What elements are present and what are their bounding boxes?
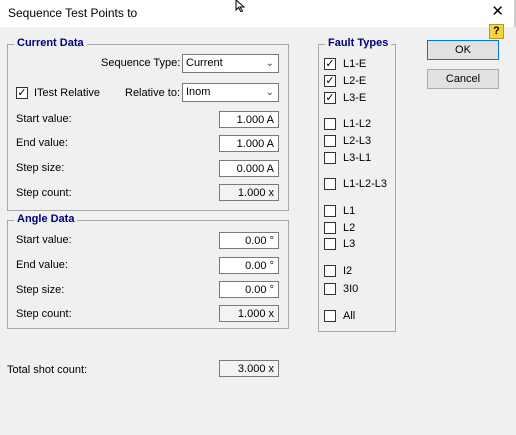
title-bar: Sequence Test Points to ✕ <box>0 0 516 27</box>
fault-all-label: All <box>343 310 356 322</box>
fault-l3-e-checkbox[interactable]: ✓ <box>324 92 336 104</box>
angle-step-size-input[interactable]: 0.00 ° <box>219 281 279 298</box>
fault-l2-e-checkbox[interactable]: ✓ <box>324 75 336 87</box>
itest-relative-label: ITest Relative <box>34 87 101 99</box>
angle-step-size-label: Step size: <box>16 284 65 296</box>
fault-l2-checkbox[interactable] <box>324 222 336 234</box>
angle-end-input[interactable]: 0.00 ° <box>219 257 279 274</box>
chevron-down-icon: ⌄ <box>265 58 274 69</box>
fault-i2-checkbox[interactable] <box>324 265 336 277</box>
window-title: Sequence Test Points to <box>8 6 138 20</box>
sequence-type-label: Sequence Type: <box>101 57 181 69</box>
mouse-cursor-icon <box>235 0 246 12</box>
current-start-input[interactable]: 1.000 A <box>219 111 279 128</box>
close-icon[interactable]: ✕ <box>491 4 504 19</box>
fault-types-title: Fault Types <box>325 37 392 49</box>
angle-step-count-value: 1.000 x <box>219 305 279 322</box>
fault-l3-l1-checkbox[interactable] <box>324 152 336 164</box>
fault-l2-l3-checkbox[interactable] <box>324 135 336 147</box>
fault-l3-e-label: L3-E <box>343 92 367 104</box>
total-shot-count-label: Total shot count: <box>7 364 88 376</box>
cancel-button[interactable]: Cancel <box>427 69 499 89</box>
fault-l1-l2-label: L1-L2 <box>343 118 372 130</box>
fault-l1-e-checkbox[interactable]: ✓ <box>324 58 336 70</box>
fault-l1-e-label: L1-E <box>343 58 367 70</box>
relative-to-select[interactable]: Inom ⌄ <box>182 83 279 102</box>
sequence-type-value: Current <box>186 57 223 69</box>
fault-i2-label: I2 <box>343 265 353 277</box>
chevron-down-icon: ⌄ <box>265 87 274 98</box>
current-step-size-input[interactable]: 0.000 A <box>219 160 279 177</box>
fault-l2-label: L2 <box>343 222 356 234</box>
help-icon[interactable]: ? <box>489 24 504 39</box>
fault-l3-label: L3 <box>343 238 356 250</box>
angle-start-input[interactable]: 0.00 ° <box>219 232 279 249</box>
fault-l3-checkbox[interactable] <box>324 238 336 250</box>
dialog-body: Current Data Sequence Type: Current ⌄ ✓ … <box>0 27 516 435</box>
relative-to-label: Relative to: <box>125 87 181 99</box>
ok-button[interactable]: OK <box>427 40 499 60</box>
current-step-count-value: 1.000 x <box>219 184 279 201</box>
fault-l1-checkbox[interactable] <box>324 205 336 217</box>
fault-3i0-checkbox[interactable] <box>324 283 336 295</box>
fault-l2-e-label: L2-E <box>343 75 367 87</box>
total-shot-count-value: 3.000 x <box>219 360 279 377</box>
itest-relative-checkbox[interactable]: ✓ <box>16 87 28 99</box>
fault-l2-l3-label: L2-L3 <box>343 135 372 147</box>
current-step-size-label: Step size: <box>16 162 65 174</box>
angle-data-title: Angle Data <box>14 213 78 225</box>
current-data-title: Current Data <box>14 37 87 49</box>
fault-l3-l1-label: L3-L1 <box>343 152 372 164</box>
fault-l1-l2-l3-checkbox[interactable] <box>324 178 336 190</box>
angle-step-count-label: Step count: <box>16 308 72 320</box>
fault-all-checkbox[interactable] <box>324 310 336 322</box>
current-start-label: Start value: <box>16 113 72 125</box>
angle-start-label: Start value: <box>16 234 72 246</box>
fault-l1-l2-checkbox[interactable] <box>324 118 336 130</box>
fault-l1-l2-l3-label: L1-L2-L3 <box>343 178 388 190</box>
fault-3i0-label: 3I0 <box>343 283 359 295</box>
current-end-label: End value: <box>16 137 68 149</box>
current-end-input[interactable]: 1.000 A <box>219 135 279 152</box>
fault-l1-label: L1 <box>343 205 356 217</box>
current-step-count-label: Step count: <box>16 187 72 199</box>
sequence-type-select[interactable]: Current ⌄ <box>182 54 279 73</box>
angle-end-label: End value: <box>16 259 68 271</box>
relative-to-value: Inom <box>186 86 211 98</box>
